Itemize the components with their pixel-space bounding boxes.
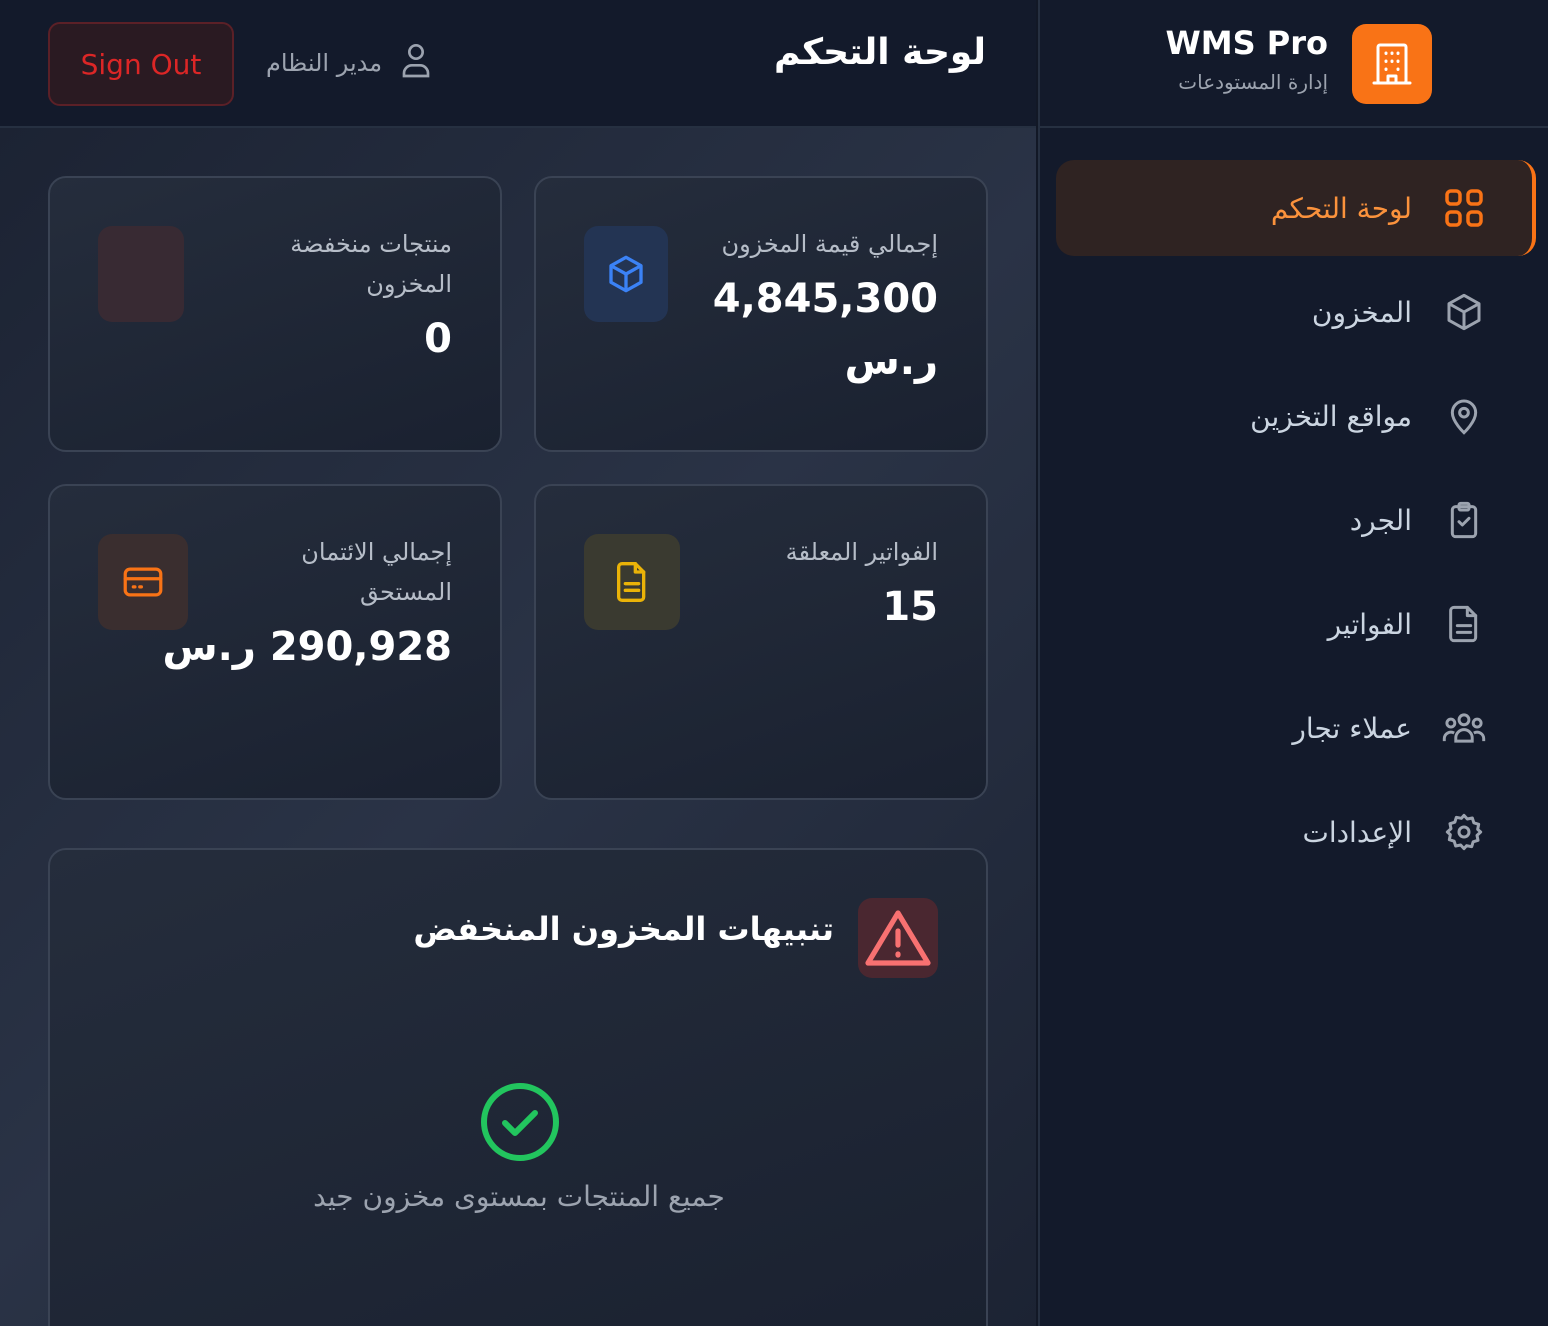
credit-card-icon [98, 534, 188, 630]
sidebar-item-label: الجرد [1349, 503, 1412, 537]
sidebar-item-stocktake[interactable]: الجرد [1056, 472, 1532, 568]
dashboard-grid-icon [1440, 184, 1488, 232]
document-icon [1440, 600, 1488, 648]
low-stock-icon-box [98, 226, 184, 322]
sidebar: WMS Pro إدارة المستودعات لوحة التحكم الم… [1038, 0, 1548, 1326]
user-name: مدير النظام [266, 49, 383, 77]
stat-value: 0 [424, 316, 452, 362]
sidebar-item-label: المخزون [1311, 295, 1412, 329]
sidebar-item-label: الإعدادات [1302, 815, 1412, 849]
brand-subtitle: إدارة المستودعات [1178, 70, 1328, 94]
stat-label: منتجات منخفضة المخزون [290, 224, 452, 304]
inventory-value-card: إجمالي قيمة المخزون 4,845,300 ر.س [534, 176, 988, 452]
stat-currency: ر.س [844, 338, 938, 384]
top-bar: لوحة التحكم مدير النظام Sign Out [0, 0, 1036, 128]
sidebar-item-customers[interactable]: عملاء تجار [1056, 680, 1532, 776]
user-menu[interactable]: مدير النظام [266, 40, 432, 86]
stat-value: 290,928 ر.س [162, 624, 452, 670]
sidebar-item-settings[interactable]: الإعدادات [1056, 784, 1532, 880]
stat-label-line2: المخزون [366, 270, 452, 298]
stat-label: إجمالي قيمة المخزون [721, 230, 938, 258]
credit-due-card: إجمالي الائتمان المستحق 290,928 ر.س [48, 484, 502, 800]
warning-triangle-icon [858, 898, 938, 978]
brand-header: WMS Pro إدارة المستودعات [1040, 0, 1548, 128]
document-icon [584, 534, 680, 630]
sidebar-item-label: مواقع التخزين [1250, 399, 1412, 433]
box-icon [1440, 288, 1488, 336]
box-icon [584, 226, 668, 322]
stat-label-line1: منتجات منخفضة [290, 230, 452, 258]
gear-icon [1440, 808, 1488, 856]
clipboard-check-icon [1440, 496, 1488, 544]
user-icon [400, 40, 432, 86]
stat-label: الفواتير المعلقة [785, 538, 938, 566]
stat-value: 15 [882, 584, 938, 630]
stat-label-line1: إجمالي الائتمان [301, 538, 452, 566]
location-pin-icon [1440, 392, 1488, 440]
sign-out-button[interactable]: Sign Out [48, 22, 234, 106]
sidebar-item-inventory[interactable]: المخزون [1056, 264, 1532, 360]
dashboard-main: إجمالي قيمة المخزون 4,845,300 ر.س منتجات… [0, 128, 1036, 1326]
low-stock-alerts-panel: تنبيهات المخزون المنخفض جميع المنتجات بم… [48, 848, 988, 1326]
stat-value: 4,845,300 [712, 276, 938, 322]
pending-invoices-card: الفواتير المعلقة 15 [534, 484, 988, 800]
stat-label-line2: المستحق [359, 578, 452, 606]
sidebar-nav: لوحة التحكم المخزون مواقع التخزين الجرد … [1056, 160, 1536, 888]
stat-label: إجمالي الائتمان المستحق [301, 532, 452, 612]
sidebar-item-locations[interactable]: مواقع التخزين [1056, 368, 1532, 464]
sidebar-item-label: الفواتير [1327, 607, 1412, 641]
brand-title: WMS Pro [1165, 24, 1328, 62]
sidebar-item-label: عملاء تجار [1292, 711, 1412, 745]
building-icon [1352, 24, 1432, 104]
sidebar-item-label: لوحة التحكم [1270, 191, 1412, 225]
empty-state-message: جميع المنتجات بمستوى مخزون جيد [313, 1180, 725, 1213]
sidebar-item-invoices[interactable]: الفواتير [1056, 576, 1532, 672]
low-stock-card: منتجات منخفضة المخزون 0 [48, 176, 502, 452]
users-icon [1440, 704, 1488, 752]
check-circle-icon [480, 1082, 560, 1166]
page-title: لوحة التحكم [773, 32, 986, 73]
sidebar-item-dashboard[interactable]: لوحة التحكم [1056, 160, 1536, 256]
alerts-title: تنبيهات المخزون المنخفض [413, 910, 834, 948]
